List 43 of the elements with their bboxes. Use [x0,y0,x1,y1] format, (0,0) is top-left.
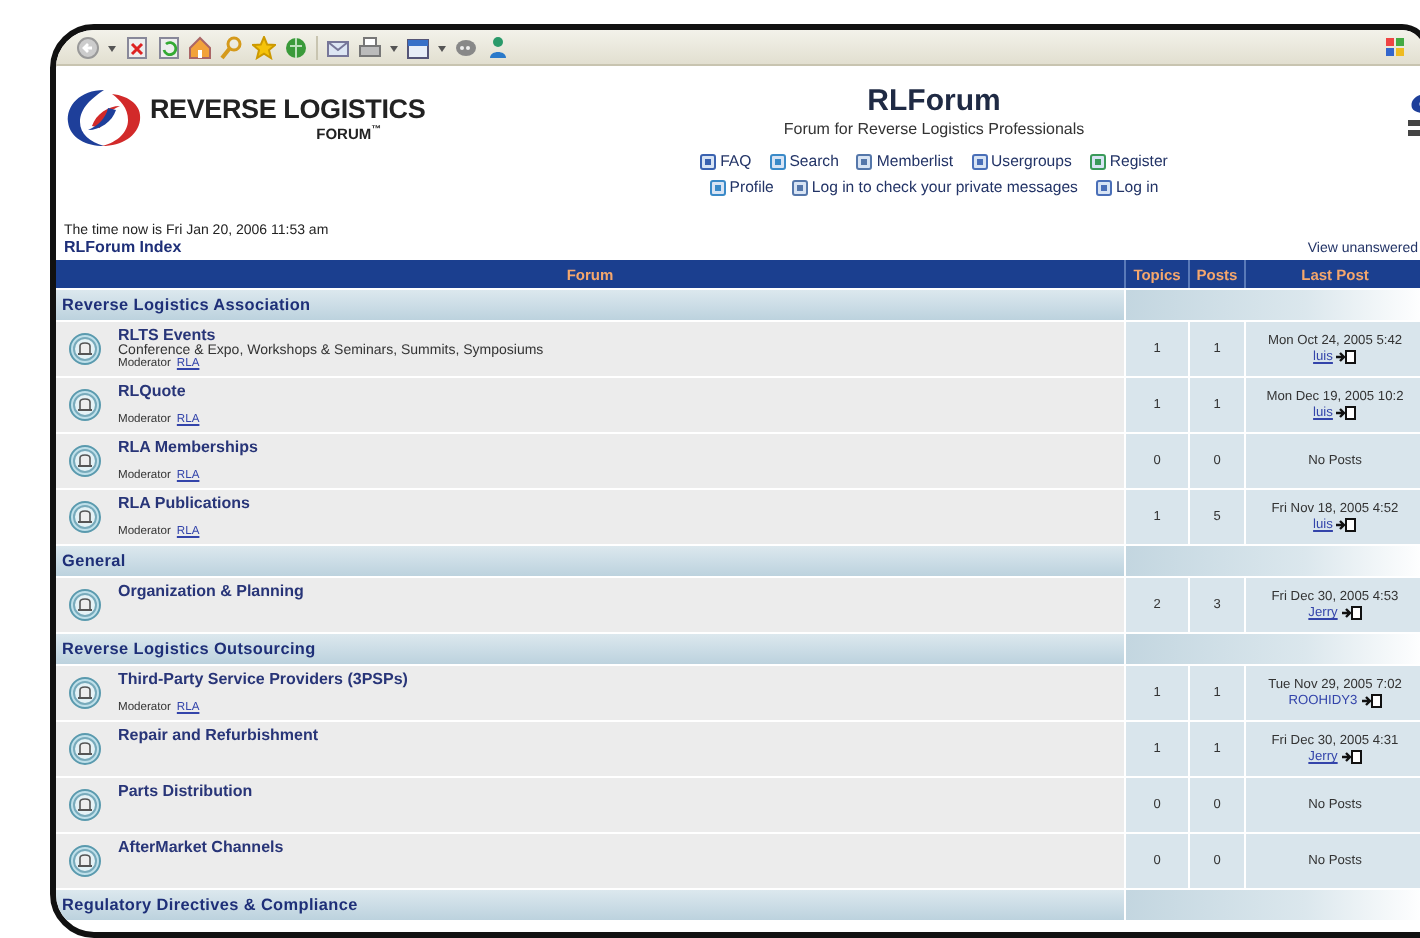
go-to-post-icon[interactable] [1336,350,1357,364]
site-title: RLForum [867,84,1001,118]
category-title[interactable]: Reverse Logistics Association [56,288,1124,320]
edit-icon[interactable] [406,35,430,59]
forum-icon [68,588,102,622]
page-icon [971,153,988,169]
forum-title-link[interactable]: RLQuote [118,382,1124,400]
forum-title-link[interactable]: RLA Publications [118,494,1124,512]
chat-icon[interactable] [454,35,478,59]
home-icon[interactable] [188,35,212,59]
messenger-icon[interactable] [486,35,510,59]
page-icon [856,153,873,169]
forum-title-link[interactable]: RLTS Events [118,326,1124,344]
refresh-icon[interactable] [156,35,180,59]
go-to-post-icon[interactable] [1341,750,1362,764]
star-icon[interactable] [252,35,276,59]
globe-icon[interactable] [284,35,308,59]
mail-icon[interactable] [326,35,350,59]
category-title[interactable]: Regulatory Directives & Compliance [56,888,1124,920]
category-title[interactable]: Reverse Logistics Outsourcing [56,632,1124,664]
go-to-post-icon[interactable] [1336,518,1357,532]
go-to-post-icon[interactable] [1361,694,1382,708]
logo-text: REVERSE LOGISTICS [150,93,426,124]
forum-icon [68,388,102,422]
forum-icon [68,844,102,878]
stop-icon[interactable] [124,35,148,59]
site-subtitle: Forum for Reverse Logistics Professionals [783,120,1085,138]
windows-logo-icon [1384,35,1404,59]
forum-icon [68,332,102,366]
forum-title-link[interactable]: RLA Memberships [118,438,1124,456]
forum-icon [68,676,102,710]
go-to-post-icon[interactable] [1336,406,1357,420]
forum-title-link[interactable]: Third-Party Service Providers (3PSPs) [118,670,1124,688]
print-icon[interactable] [358,35,382,59]
forum-icon [68,444,102,478]
go-to-post-icon[interactable] [1341,606,1362,620]
category-title[interactable]: General [56,544,1124,576]
breadcrumb-link[interactable]: RLForum Index [64,238,329,256]
logo-icon [64,86,144,150]
forum-icon [68,788,102,822]
back-arrow-icon[interactable] [76,35,100,59]
forum-icon [68,500,102,534]
forum-icon [68,732,102,766]
